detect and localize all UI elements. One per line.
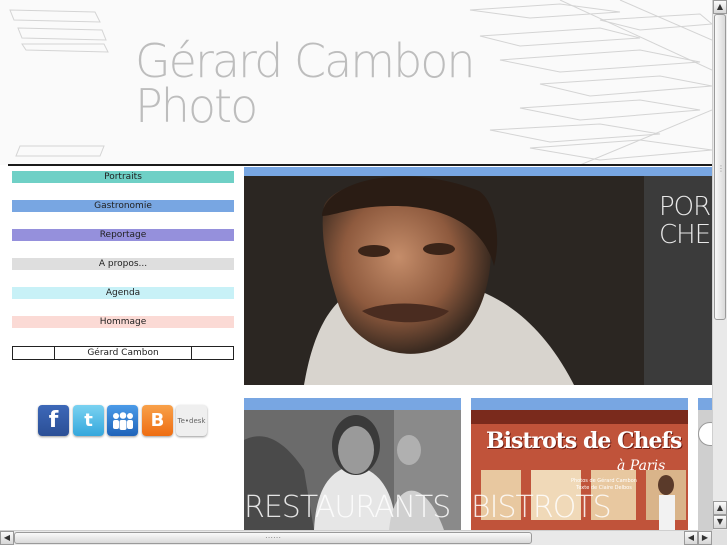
facebook-icon[interactable]: f — [38, 405, 69, 436]
facebook-glyph: f — [48, 408, 59, 433]
thumb-third-image[interactable] — [698, 410, 712, 530]
feature-portrait-image[interactable] — [244, 176, 712, 385]
bistrots-overlay-title: Bistrots de Chefs — [486, 428, 682, 454]
bistrots-credit-line1: Photos de Gérard Cambon — [571, 478, 637, 484]
twitter-icon[interactable]: t — [73, 405, 104, 436]
scroll-left-button[interactable]: ◀ — [0, 531, 14, 545]
name-bar-right-cell — [192, 347, 233, 359]
horizontal-scroll-thumb[interactable]: ⋯⋯ — [14, 532, 532, 544]
horizontal-grip-icon: ⋯⋯ — [265, 533, 281, 542]
blogger-icon[interactable]: B — [142, 405, 173, 436]
tendesk-icon[interactable]: Te•desk — [176, 405, 207, 436]
tendesk-label: Te•desk — [177, 416, 206, 425]
feature-overlay-line2: CHE — [659, 220, 711, 250]
twitter-glyph: t — [84, 410, 93, 431]
site-header: Gérard Cambon Photo — [0, 0, 712, 165]
feature-portrait-art — [244, 176, 712, 385]
site-title-photo: Photo — [135, 79, 258, 133]
menu-item-gastronomie[interactable]: Gastronomie — [12, 200, 234, 212]
scrollbar-corner — [712, 530, 727, 545]
feature-overlay-line1: POR — [659, 192, 711, 222]
thumb-restaurants-label: RESTAURANTS — [244, 490, 451, 525]
vertical-grip-icon: ⋮⋮ — [717, 164, 727, 173]
thumb-restaurants-bar — [244, 398, 461, 410]
scroll-right-button[interactable]: ▶ — [698, 531, 712, 545]
menu-item-agenda[interactable]: Agenda — [12, 287, 234, 299]
thumb-bistrots-bar — [471, 398, 688, 410]
blogger-glyph: B — [150, 410, 165, 431]
page-viewport: Gérard Cambon Photo Portraits Gastronomi… — [0, 0, 712, 530]
scroll-down-button[interactable]: ▼ — [713, 515, 727, 529]
site-title-name: Gérard Cambon — [135, 34, 476, 88]
carousel-next-arrow-icon[interactable] — [698, 422, 712, 446]
thumb-bistrots-label: BISTROTS — [471, 490, 612, 525]
horizontal-scrollbar[interactable]: ◀ ⋯⋯ ◀ ▶ — [0, 530, 712, 545]
menu-item-hommage[interactable]: Hommage — [12, 316, 234, 328]
myspace-figure — [112, 411, 133, 430]
name-bar-left-cell — [13, 347, 55, 359]
vertical-scroll-thumb[interactable]: ⋮⋮ — [714, 14, 727, 320]
bistrots-overlay-subtitle: à Paris — [617, 458, 666, 474]
menu-item-portraits[interactable]: Portraits — [12, 171, 234, 183]
name-bar-label[interactable]: Gérard Cambon — [55, 347, 192, 359]
scroll-up-button[interactable]: ▲ — [713, 0, 727, 14]
name-bar[interactable]: Gérard Cambon — [12, 346, 234, 360]
menu-item-a-propos[interactable]: A propos... — [12, 258, 234, 270]
scroll-left-button-secondary[interactable]: ◀ — [684, 531, 698, 545]
thumb-third-bar — [698, 398, 712, 410]
feature-top-bar — [244, 167, 712, 176]
vertical-scrollbar[interactable]: ▲ ⋮⋮ ▲ ▼ — [712, 0, 727, 530]
myspace-icon[interactable] — [107, 405, 138, 436]
feature-overlay-text: POR CHE — [659, 192, 711, 250]
menu-item-reportage[interactable]: Reportage — [12, 229, 234, 241]
header-divider — [8, 164, 712, 166]
scroll-down-button-upper[interactable]: ▲ — [713, 501, 727, 515]
